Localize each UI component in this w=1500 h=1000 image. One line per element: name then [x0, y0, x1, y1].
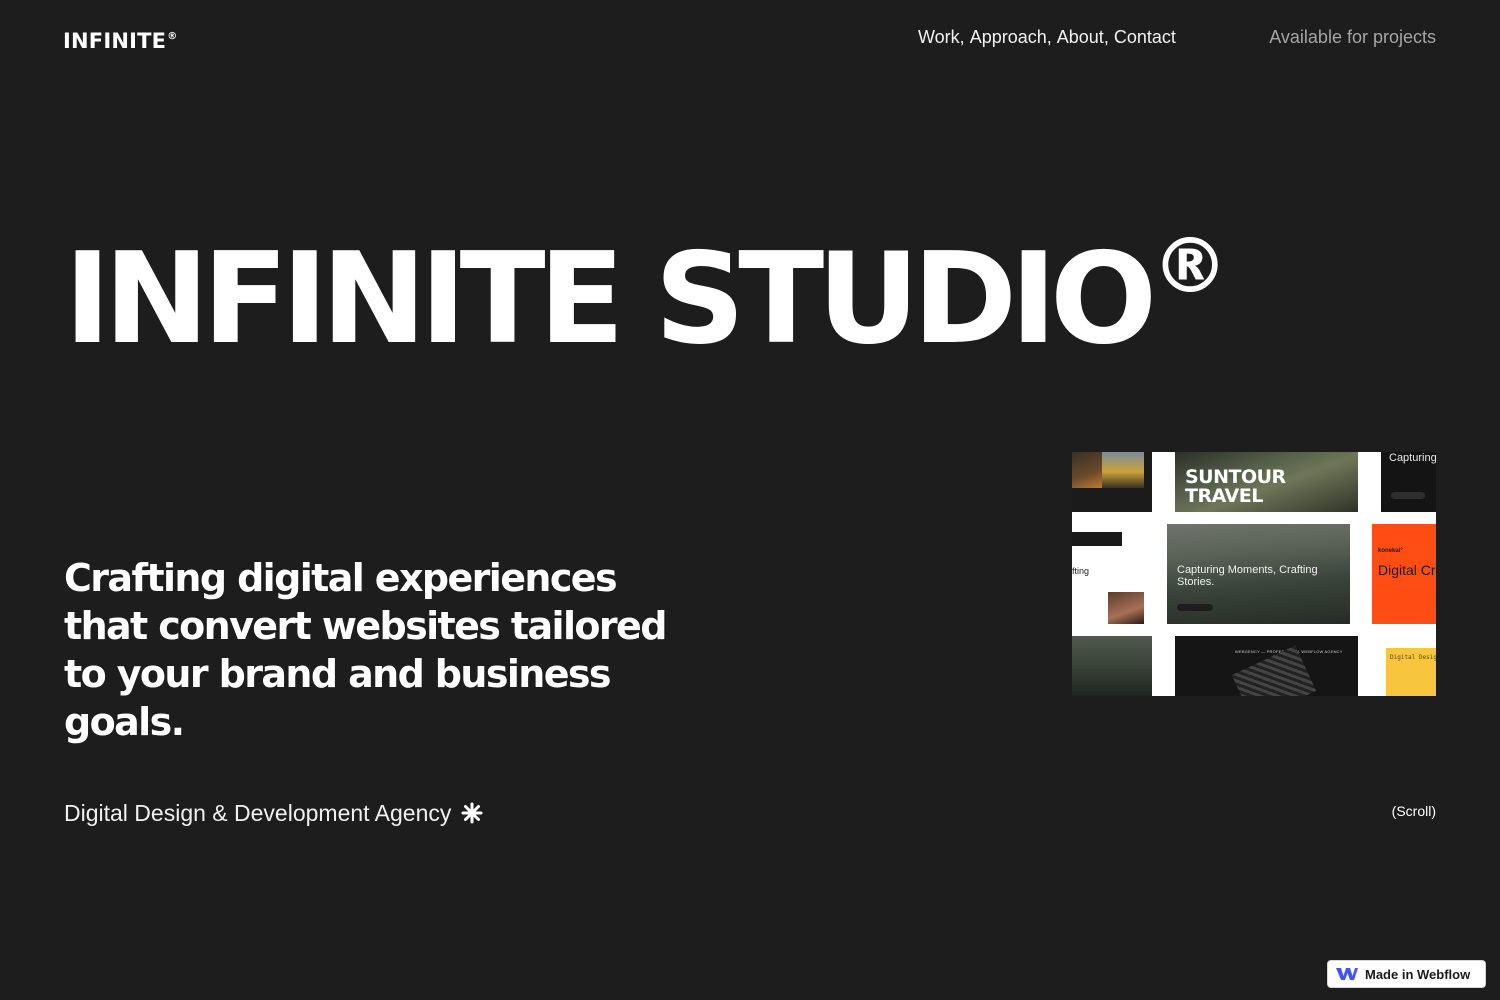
nav-separator: ,	[1103, 27, 1114, 47]
hero-title-text: INFINITE STUDIO	[64, 225, 1157, 372]
collage-tile-crafting: fting	[1072, 524, 1152, 626]
main-nav: Work, Approach, About, Contact	[918, 26, 1176, 48]
collage-bar	[1072, 532, 1122, 546]
logo-registered-mark: ®	[167, 31, 178, 42]
collage-tile-yellow: Digital Desig San Francisco Research & S…	[1379, 636, 1436, 696]
portfolio-collage[interactable]: SUNTOUR TRAVEL Capturing Crafting S ftin…	[1072, 452, 1436, 696]
hero-tagline: Crafting digital experiences that conver…	[64, 556, 667, 744]
agency-label: Digital Design & Development Agency	[64, 800, 452, 826]
availability-status: Available for projects	[1269, 27, 1436, 47]
collage-tile-webgency: WEBGENCY — PROFESSIONAL WEBFLOW AGENCY	[1175, 636, 1358, 696]
collage-photo	[1108, 592, 1144, 624]
hero-registered-mark: ®	[1152, 221, 1229, 310]
collage-tile-konekta: konekai° Digital Cr Marketin	[1372, 524, 1436, 624]
collage-tile-capturing: Capturing Crafting S	[1381, 452, 1436, 512]
konekta-brand: konekai°	[1378, 548, 1403, 554]
collage-tile-photos	[1072, 452, 1152, 512]
logo-text: INFINITE	[63, 29, 167, 53]
collage-tile-forest: Capturing Moments, Crafting Stories.	[1167, 524, 1350, 624]
hero-title: INFINITE STUDIO®	[64, 196, 1228, 369]
crafting-text: fting	[1072, 566, 1090, 576]
nav-separator: ,	[959, 27, 970, 47]
collage-photo	[1102, 452, 1144, 488]
nav-separator: ,	[1046, 27, 1057, 47]
made-in-webflow-badge[interactable]: Made in Webflow	[1327, 960, 1486, 988]
nav-link-approach[interactable]: Approach	[970, 26, 1047, 48]
site-logo[interactable]: INFINITE®	[63, 24, 177, 54]
badge-label: Made in Webflow	[1365, 966, 1471, 982]
agency-descriptor: Digital Design & Development Agency	[64, 798, 483, 828]
yellow-card-text: Digital Desig San Francisco Research & S…	[1390, 654, 1436, 661]
collage-button	[1391, 492, 1425, 499]
collage-tile-landscape	[1072, 636, 1152, 696]
nav-link-contact[interactable]: Contact	[1114, 26, 1176, 48]
collage-photo	[1072, 452, 1102, 488]
scroll-hint[interactable]: (Scroll)	[1392, 803, 1436, 819]
nav-link-work[interactable]: Work	[918, 26, 960, 48]
suntour-heading: SUNTOUR TRAVEL	[1185, 466, 1286, 507]
webflow-logo-icon	[1336, 968, 1358, 980]
forest-heading: Capturing Moments, Crafting Stories.	[1177, 564, 1318, 588]
collage-tile-suntour: SUNTOUR TRAVEL	[1175, 452, 1358, 512]
asterisk-icon	[461, 802, 483, 824]
capturing-heading: Capturing Crafting S	[1389, 452, 1436, 464]
digital-marketing-heading: Digital Cr Marketin	[1378, 562, 1436, 578]
collage-button	[1177, 604, 1213, 611]
nav-link-about[interactable]: About	[1057, 26, 1104, 48]
